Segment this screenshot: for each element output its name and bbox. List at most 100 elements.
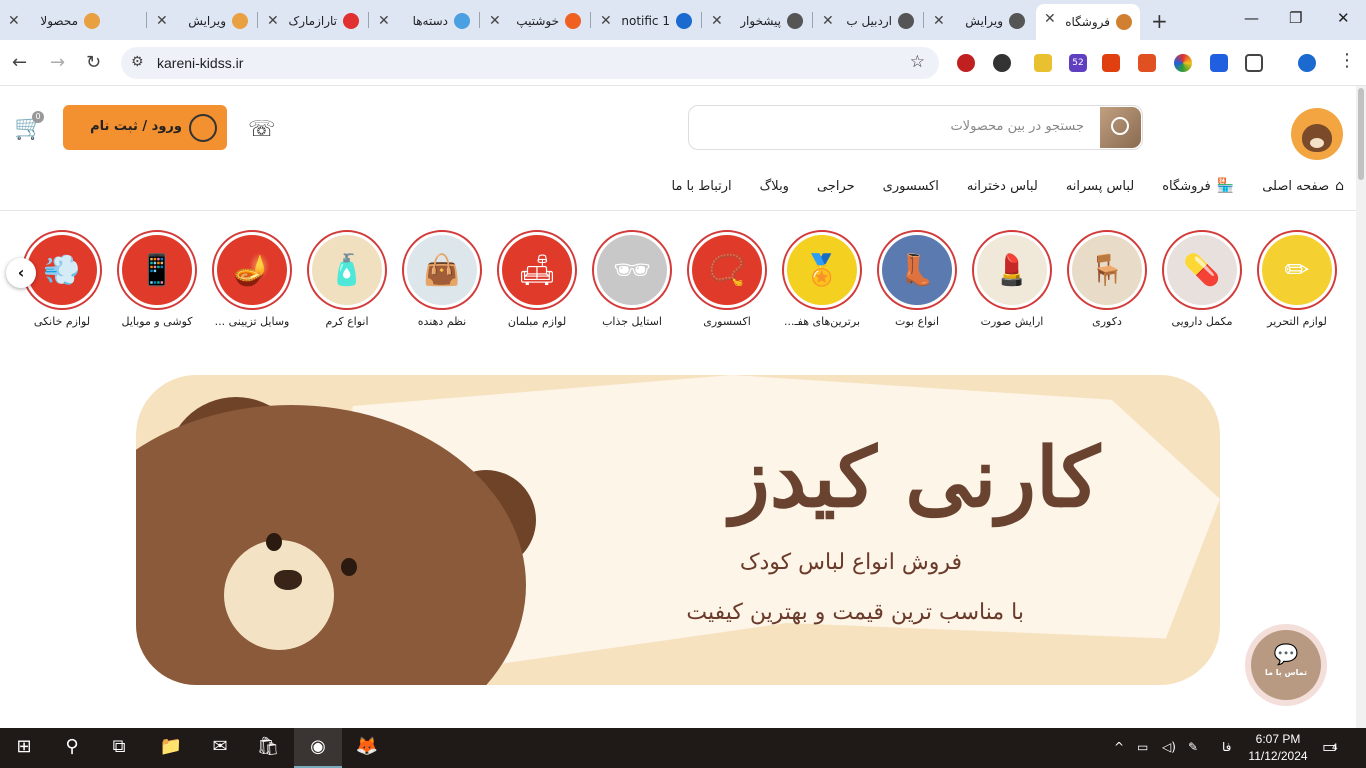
browser-tab[interactable]: دسته‌ها ✕ xyxy=(370,6,478,36)
category-item[interactable]: 💊 مکمل دارویی xyxy=(1162,230,1242,328)
maximize-button[interactable]: ❐ xyxy=(1289,9,1302,27)
window-close-button[interactable]: ✕ xyxy=(1337,9,1350,27)
category-label: انواع بوت xyxy=(894,315,940,328)
search-button[interactable] xyxy=(1100,107,1141,148)
category-item[interactable]: 🕶 استایل جذاب xyxy=(592,230,672,328)
extension-icon[interactable] xyxy=(1210,54,1228,72)
new-tab-button[interactable]: + xyxy=(1151,9,1168,33)
store-icon[interactable]: 🛍 xyxy=(253,736,283,757)
nav-item-accessory[interactable]: اکسسوری xyxy=(883,178,939,194)
search-box[interactable]: جستجو در بین محصولات xyxy=(688,105,1143,150)
battery-icon[interactable]: ▭ xyxy=(1137,740,1148,754)
tab-title: فروشگاه xyxy=(1065,15,1110,29)
browser-menu-icon[interactable]: ⋮ xyxy=(1338,50,1356,71)
nav-item-contact[interactable]: ارتباط با ما xyxy=(671,178,731,194)
minimize-button[interactable]: — xyxy=(1244,9,1259,27)
close-icon[interactable]: ✕ xyxy=(8,13,20,29)
search-input[interactable]: جستجو در بین محصولات xyxy=(950,119,1084,134)
category-item[interactable]: 🛋 لوازم مبلمان xyxy=(497,230,577,328)
nav-item-shop[interactable]: 🏪 فروشگاه xyxy=(1162,178,1234,194)
language-indicator[interactable]: فا xyxy=(1222,740,1231,754)
extension-icon[interactable] xyxy=(957,54,975,72)
browser-tab[interactable]: محصولا ✕ xyxy=(0,6,108,36)
extension-icon[interactable] xyxy=(1138,54,1156,72)
browser-tab[interactable]: ویرایش ✕ xyxy=(148,6,256,36)
browser-tab[interactable]: پیشخوار ✕ xyxy=(703,6,811,36)
extension-icon[interactable] xyxy=(1174,54,1192,72)
clock-time: 6:07 PM xyxy=(1255,732,1301,746)
browser-tab[interactable]: تارازمارک ✕ xyxy=(259,6,367,36)
nav-item-home[interactable]: ⌂ صفحه اصلی xyxy=(1262,178,1344,194)
cart-button[interactable]: 🛒 0 xyxy=(14,111,44,141)
bookmark-star-icon[interactable]: ☆ xyxy=(910,52,925,72)
start-button[interactable]: ⊞ xyxy=(9,736,39,757)
tab-title: تارازمارک xyxy=(288,14,337,28)
banner-tagline: با مناسب ترین قیمت و بهترین کیفیت xyxy=(686,600,1024,625)
category-item[interactable]: 💄 ارایش صورت xyxy=(972,230,1052,328)
close-icon[interactable]: ✕ xyxy=(822,13,834,29)
extension-badge-icon[interactable]: 52 xyxy=(1069,54,1087,72)
close-icon[interactable]: ✕ xyxy=(267,13,279,29)
file-explorer-icon[interactable]: 📁 xyxy=(156,736,186,757)
close-icon[interactable]: ✕ xyxy=(600,13,612,29)
category-item[interactable]: 🪑 دکوری xyxy=(1067,230,1147,328)
home-icon: ⌂ xyxy=(1335,178,1344,194)
browser-tab-active[interactable]: فروشگاه ✕ xyxy=(1036,4,1140,40)
back-button[interactable]: ← xyxy=(12,52,27,73)
pen-icon[interactable]: ✎ xyxy=(1188,740,1198,754)
firefox-icon[interactable]: 🦊 xyxy=(352,736,382,757)
phone-icon[interactable]: ☏ xyxy=(248,117,276,142)
mail-icon[interactable]: ✉ xyxy=(205,736,235,757)
browser-tab[interactable]: اردبیل ب ✕ xyxy=(814,6,922,36)
nav-item-girls[interactable]: لباس دخترانه xyxy=(967,178,1038,194)
category-image: 💄 xyxy=(977,235,1047,305)
main-nav: ⌂ صفحه اصلی 🏪 فروشگاه لباس پسرانه لباس دخت… xyxy=(643,178,1344,194)
category-item[interactable]: 👜 نظم دهنده xyxy=(402,230,482,328)
site-settings-icon[interactable]: ⚙ xyxy=(131,54,144,70)
close-icon[interactable]: ✕ xyxy=(156,13,168,29)
address-bar[interactable]: ⚙ kareni-kidss.ir ☆ xyxy=(121,47,939,79)
hero-banner[interactable]: کارنی کیدز فروش انواع لباس کودک با مناسب… xyxy=(136,375,1220,685)
nav-item-sale[interactable]: حراجی xyxy=(817,178,855,194)
close-icon[interactable]: ✕ xyxy=(378,13,390,29)
close-icon[interactable]: ✕ xyxy=(711,13,723,29)
volume-icon[interactable]: ◁) xyxy=(1162,740,1176,754)
close-icon[interactable]: ✕ xyxy=(933,13,945,29)
notification-center-icon[interactable]: ▭ 4 xyxy=(1322,737,1338,756)
search-icon[interactable]: ⚲ xyxy=(57,736,87,757)
task-view-icon[interactable]: ⧉ xyxy=(104,736,134,757)
category-image: ✏ xyxy=(1262,235,1332,305)
extension-icon[interactable] xyxy=(1034,54,1052,72)
tab-title: اردبیل ب xyxy=(846,14,892,28)
login-register-button[interactable]: ورود / ثبت نام xyxy=(63,105,227,150)
tray-chevron-icon[interactable]: ^ xyxy=(1114,740,1124,754)
category-item[interactable]: 📿 اکسسوری xyxy=(687,230,767,328)
contact-us-button[interactable]: 💬 تماس با ما xyxy=(1251,630,1321,700)
category-item[interactable]: 👢 انواع بوت xyxy=(877,230,957,328)
chrome-icon[interactable]: ◉ xyxy=(303,736,333,757)
close-icon[interactable]: ✕ xyxy=(1044,11,1056,27)
browser-tab[interactable]: 1 notific ✕ xyxy=(592,6,700,36)
clock[interactable]: 6:07 PM 11/12/2024 xyxy=(1244,731,1312,765)
url-text[interactable]: kareni-kidss.ir xyxy=(157,55,243,71)
forward-button[interactable]: → xyxy=(50,52,65,73)
category-item[interactable]: ✏ لوازم التحریر xyxy=(1257,230,1337,328)
category-item[interactable]: 📱 کوشی و موبایل xyxy=(117,230,197,328)
category-item[interactable]: 🪔 وسایل تزیینی ... xyxy=(212,230,292,328)
category-item[interactable]: 🧴 انواع کرم xyxy=(307,230,387,328)
nav-item-boys[interactable]: لباس پسرانه xyxy=(1066,178,1134,194)
nav-item-blog[interactable]: وبلاگ xyxy=(760,178,789,194)
browser-tab[interactable]: ویرایش ✕ xyxy=(925,6,1033,36)
carousel-prev-button[interactable]: ‹ xyxy=(6,258,36,288)
browser-tab[interactable]: خوشتیپ ✕ xyxy=(481,6,589,36)
extension-icon[interactable] xyxy=(993,54,1011,72)
extensions-puzzle-icon[interactable] xyxy=(1245,54,1263,72)
category-item[interactable]: 🏅 برترین‌های هفـ... xyxy=(782,230,862,328)
site-logo[interactable] xyxy=(1291,108,1343,160)
reload-button[interactable]: ↻ xyxy=(86,52,101,73)
page-scrollbar[interactable] xyxy=(1356,86,1366,728)
close-icon[interactable]: ✕ xyxy=(489,13,501,29)
bear-nose xyxy=(274,570,302,590)
extension-icon[interactable] xyxy=(1102,54,1120,72)
profile-avatar[interactable] xyxy=(1298,54,1316,72)
